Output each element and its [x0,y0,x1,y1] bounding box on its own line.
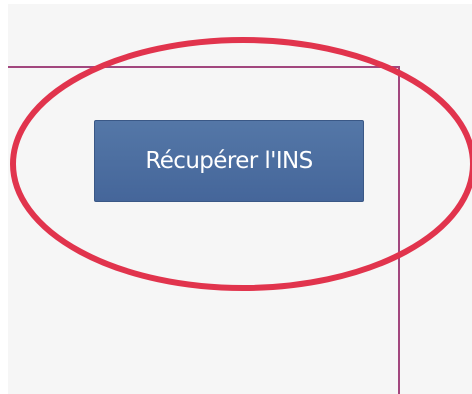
screenshot-canvas: Récupérer l'INS [0,0,472,394]
recuperer-ins-button[interactable]: Récupérer l'INS [94,120,364,202]
panel-border-right [398,66,400,394]
panel-border-top [8,66,400,68]
